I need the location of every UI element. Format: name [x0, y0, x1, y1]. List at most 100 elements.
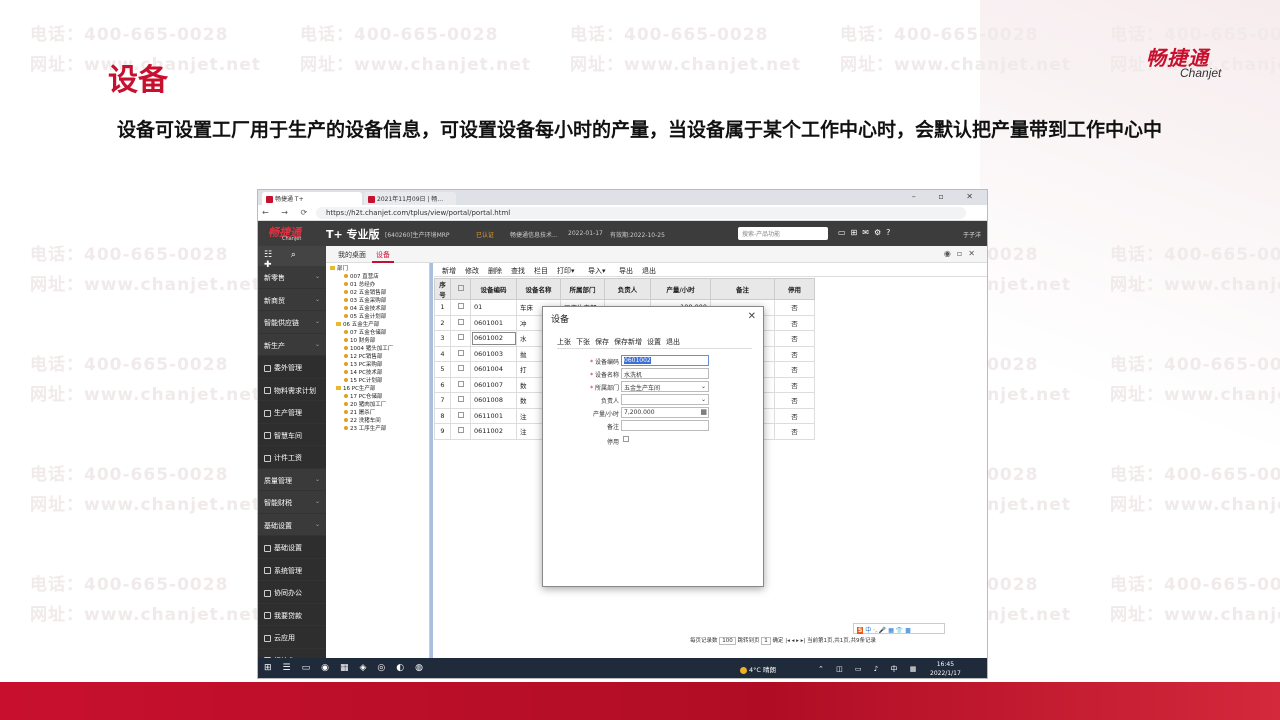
table-cell[interactable]: 2	[434, 314, 451, 331]
tab-device[interactable]: 设备	[372, 249, 394, 263]
table-cell[interactable]: 8	[434, 407, 451, 424]
table-cell[interactable]: 7	[434, 392, 451, 409]
dialog-toolbar-button[interactable]: 退出	[666, 338, 680, 346]
dialog-toolbar-button[interactable]: 上张	[557, 338, 571, 346]
column-header[interactable]: 负责人	[604, 278, 651, 300]
pane-splitter[interactable]	[430, 263, 433, 664]
pager-icons[interactable]: |◂ ◂ ▸ ▸|	[785, 638, 805, 644]
table-cell[interactable]: 01	[470, 299, 517, 316]
table-cell[interactable]: 6	[434, 376, 451, 393]
table-cell[interactable]: 4	[434, 345, 451, 362]
tree-node[interactable]: 23 工序生产部	[326, 425, 429, 433]
sidebar-item[interactable]: 委外管理	[258, 356, 326, 379]
owner-select[interactable]: ⌄	[621, 394, 709, 405]
table-cell[interactable]: 否	[774, 345, 815, 362]
tree-node[interactable]: 15 PC计划部	[326, 377, 429, 385]
tree-node[interactable]: 02 五金销售部	[326, 289, 429, 297]
toolbar-button[interactable]: 删除	[488, 266, 502, 276]
table-cell[interactable]: 0601003	[470, 345, 517, 362]
toolbar-button[interactable]: 栏目	[534, 266, 548, 276]
note-input[interactable]	[621, 420, 709, 431]
window-controls[interactable]: – ▫ ✕	[912, 192, 983, 201]
table-cell[interactable]: 否	[774, 361, 815, 378]
sidebar-item[interactable]: 新商贸 ⌄	[258, 289, 326, 311]
column-header[interactable]: 备注	[710, 278, 775, 300]
tree-node[interactable]: 部门	[326, 263, 429, 273]
row-checkbox[interactable]	[457, 411, 464, 418]
sidebar-item[interactable]: 我要贷款	[258, 603, 326, 626]
column-header[interactable]: 设备名称	[516, 278, 561, 300]
dept-select[interactable]: 五金生产车间 ⌄	[621, 381, 709, 392]
table-cell[interactable]	[450, 392, 471, 409]
column-header[interactable]: 序号	[434, 278, 451, 300]
table-cell[interactable]: 否	[774, 392, 815, 409]
column-header[interactable]	[450, 278, 471, 300]
table-cell[interactable]: 否	[774, 330, 815, 347]
taskbar-clock[interactable]: 16:45 2022/1/17	[930, 660, 961, 678]
dialog-toolbar-button[interactable]: 保存	[595, 338, 609, 346]
table-cell[interactable]: 5	[434, 361, 451, 378]
table-cell[interactable]: 0601008	[470, 392, 517, 409]
sidebar-top-icons[interactable]: ☷ ⌕ ✚	[258, 246, 326, 270]
dialog-toolbar-button[interactable]: 下张	[576, 338, 590, 346]
sidebar-item[interactable]: 智能财税 ⌄	[258, 491, 326, 514]
row-checkbox[interactable]	[457, 365, 464, 372]
browser-tab-1[interactable]: 畅捷通 T+	[262, 192, 362, 205]
tree-node[interactable]: 03 五金采购部	[326, 297, 429, 305]
tree-node[interactable]: 007 直营店	[326, 273, 429, 281]
weather-widget[interactable]: 4°C 晴朗	[740, 664, 776, 674]
header-icons[interactable]: ▭⊞✉⚙?	[838, 228, 895, 237]
close-icon[interactable]: ✕	[748, 311, 756, 322]
sidebar-item[interactable]: 新零售 ⌄	[258, 266, 326, 289]
tree-node[interactable]: 16 PC生产部	[326, 385, 429, 393]
toolbar-button[interactable]: 退出	[642, 266, 656, 276]
tree-node[interactable]: 01 总经办	[326, 281, 429, 289]
tree-node[interactable]: 13 PC采购部	[326, 361, 429, 369]
sidebar-item[interactable]: 生产管理	[258, 401, 326, 424]
tree-node[interactable]: 21 屠杀厂	[326, 409, 429, 417]
disabled-checkbox[interactable]	[623, 436, 629, 442]
tab-home[interactable]: 我的桌面	[334, 249, 370, 261]
sidebar-item[interactable]: 物料需求计划	[258, 378, 326, 401]
table-cell[interactable]	[450, 299, 471, 316]
table-cell[interactable]	[450, 407, 471, 424]
tree-node[interactable]: 17 PC仓储部	[326, 393, 429, 401]
system-tray[interactable]: ⌃ ◫ ▭ ♪ 中 ▦	[818, 664, 921, 674]
browser-tab-2[interactable]: 2021年11月09日 | 畅...	[364, 192, 456, 205]
table-cell[interactable]: 否	[774, 376, 815, 393]
dialog-toolbar-button[interactable]: 设置	[647, 338, 661, 346]
user-name[interactable]: 于子洋	[963, 230, 981, 239]
table-cell[interactable]: 9	[434, 423, 451, 440]
page-tab-controls[interactable]: ◉▫✕	[944, 249, 981, 258]
table-cell[interactable]: 3	[434, 330, 451, 347]
row-checkbox[interactable]	[457, 380, 464, 387]
table-cell[interactable]: 0611002	[470, 423, 517, 440]
toolbar-button[interactable]: 修改	[465, 266, 479, 276]
sidebar-item[interactable]: 智能供应链 ⌄	[258, 311, 326, 334]
column-header[interactable]: 所属部门	[560, 278, 605, 300]
table-cell[interactable]	[450, 361, 471, 378]
table-cell[interactable]: 否	[774, 407, 815, 424]
table-cell[interactable]: 1	[434, 299, 451, 316]
tree-node[interactable]: 20 猪肉加工厂	[326, 401, 429, 409]
sidebar-item[interactable]: 质量管理 ⌄	[258, 469, 326, 491]
table-cell[interactable]	[450, 376, 471, 393]
ime-toolbar[interactable]: S 中 ·, 🎤 ▦ 👕 ▩	[853, 623, 945, 634]
rate-input[interactable]: 7,200.000 ▦	[621, 407, 709, 418]
row-checkbox[interactable]	[457, 334, 464, 341]
table-cell[interactable]	[450, 314, 471, 331]
app-version[interactable]: [640260]生产环境MRP	[385, 230, 450, 239]
toolbar-button[interactable]: 导入▾	[588, 266, 606, 276]
row-checkbox[interactable]	[457, 349, 464, 356]
tree-node[interactable]: 10 财务部	[326, 337, 429, 345]
confirm-button[interactable]: 确定	[773, 638, 784, 644]
taskbar-apps[interactable]: ⊞☰▭◉▦◈◎◐◍	[264, 663, 434, 673]
toolbar-button[interactable]: 打印▾	[557, 266, 575, 276]
per-page-input[interactable]: 100	[719, 637, 736, 645]
toolbar-button[interactable]: 导出	[619, 266, 633, 276]
table-cell[interactable]	[450, 345, 471, 362]
toolbar-button[interactable]: 查找	[511, 266, 525, 276]
sidebar-item[interactable]: 智慧车间	[258, 423, 326, 446]
sidebar-item[interactable]: 基础设置 ⌄	[258, 514, 326, 536]
sidebar-item[interactable]: 系统管理	[258, 558, 326, 581]
